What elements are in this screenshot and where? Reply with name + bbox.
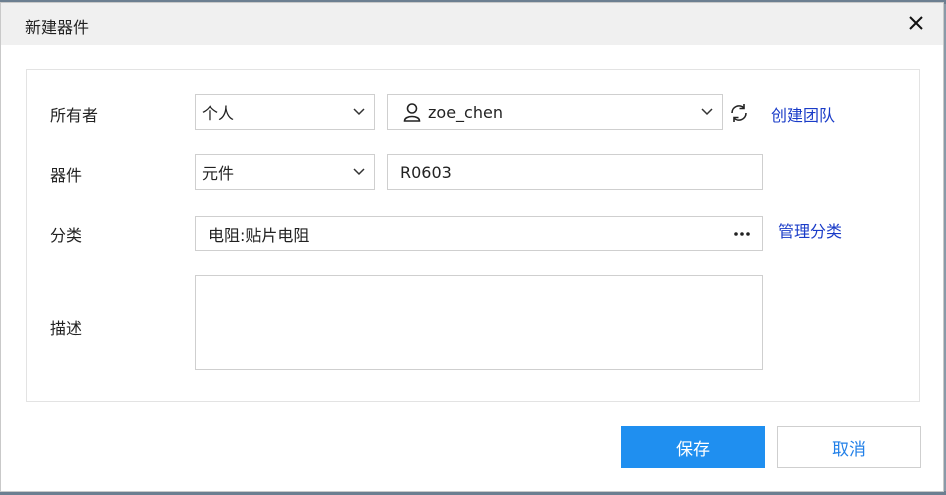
dialog-title: 新建器件 bbox=[25, 18, 90, 37]
component-name-value: R0603 bbox=[400, 162, 452, 182]
create-team-link[interactable]: 创建团队 bbox=[771, 102, 835, 126]
description-value bbox=[196, 276, 220, 292]
owner-user-value: zoe_chen bbox=[428, 102, 503, 122]
owner-user-select[interactable]: zoe_chen bbox=[387, 94, 723, 130]
component-name-input[interactable]: R0603 bbox=[387, 154, 763, 190]
manage-category-link[interactable]: 管理分类 bbox=[778, 218, 842, 242]
cancel-button[interactable]: 取消 bbox=[777, 426, 921, 468]
component-type-select[interactable]: 元件 bbox=[195, 154, 375, 190]
refresh-icon bbox=[731, 104, 747, 122]
category-label: 分类 bbox=[50, 226, 83, 245]
close-icon bbox=[909, 16, 923, 30]
cancel-button-label: 取消 bbox=[832, 439, 866, 460]
new-component-dialog: 新建器件 所有者 个人 zoe_chen 创建团队 器件 元件 R0603 分类… bbox=[0, 2, 944, 492]
owner-label: 所有者 bbox=[50, 106, 99, 125]
chevron-down-icon bbox=[344, 108, 374, 116]
dialog-titlebar: 新建器件 bbox=[1, 3, 943, 45]
save-button[interactable]: 保存 bbox=[621, 426, 765, 468]
component-label: 器件 bbox=[50, 166, 83, 185]
chevron-down-icon bbox=[692, 108, 722, 116]
refresh-button[interactable] bbox=[728, 102, 750, 124]
component-type-value: 元件 bbox=[202, 164, 235, 183]
user-icon bbox=[388, 102, 422, 122]
ellipsis-icon[interactable] bbox=[722, 231, 762, 237]
description-textarea[interactable] bbox=[195, 275, 763, 370]
category-field[interactable]: 电阻:贴片电阻 bbox=[195, 216, 763, 251]
owner-type-select[interactable]: 个人 bbox=[195, 94, 375, 130]
category-value: 电阻:贴片电阻 bbox=[208, 225, 310, 245]
close-button[interactable] bbox=[905, 12, 927, 34]
description-label: 描述 bbox=[50, 319, 83, 338]
owner-type-value: 个人 bbox=[202, 104, 235, 123]
chevron-down-icon bbox=[344, 168, 374, 176]
save-button-label: 保存 bbox=[676, 439, 710, 460]
